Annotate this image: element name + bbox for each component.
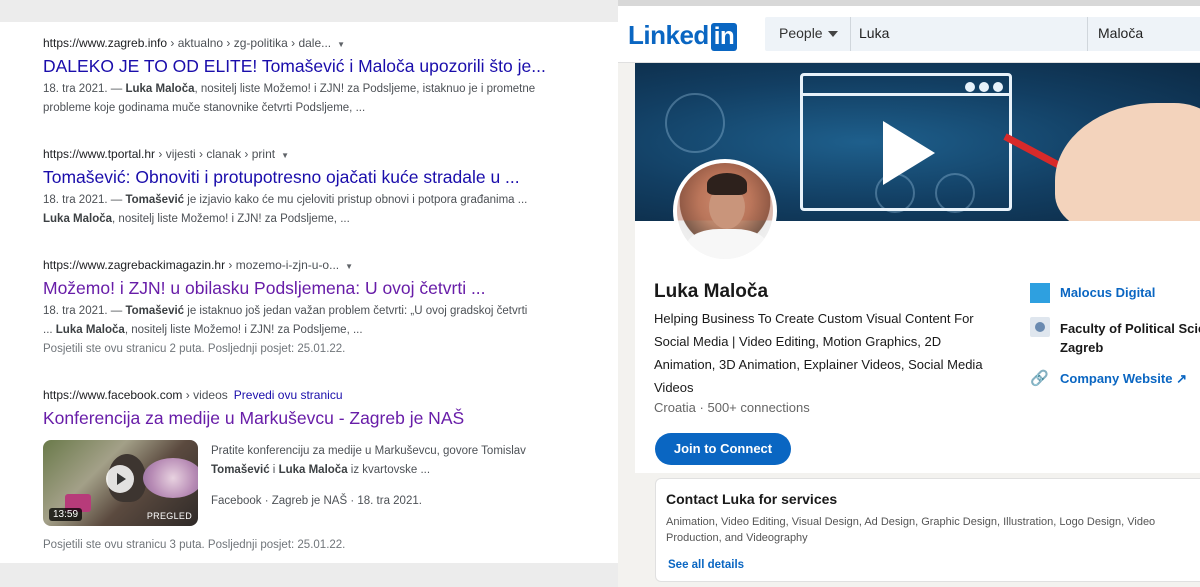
result-title-link[interactable]: Tomašević: Obnoviti i protupotresno ojač…: [43, 166, 583, 188]
video-thumbnail[interactable]: 13:59 PREGLED: [43, 440, 198, 526]
profile-card: Luka Maloča Helping Business To Create C…: [635, 63, 1200, 473]
result-url[interactable]: https://www.facebook.com › videos Prevedi…: [43, 388, 583, 402]
result-title-link[interactable]: Možemo! i ZJN! u obilasku Podsljemena: U…: [43, 277, 583, 299]
profile-headline: Helping Business To Create Custom Visual…: [654, 311, 983, 395]
result-snippet: 18. tra 2021. — Tomašević je izjavio kak…: [43, 194, 528, 225]
services-list: Animation, Video Editing, Visual Design,…: [666, 516, 1156, 544]
search-result: https://www.zagrebackimagazin.hr › mozem…: [43, 258, 583, 359]
video-duration: 13:59: [49, 508, 83, 521]
result-url-host: https://www.facebook.com: [43, 388, 183, 402]
result-url-path: › vijesti › clanak › print: [155, 147, 276, 161]
linkedin-logo[interactable]: Linked in: [628, 20, 738, 51]
linkedin-pane: Linked in People Luka Maloča Luka Maloča…: [618, 0, 1200, 587]
result-url[interactable]: https://www.zagrebackimagazin.hr › mozem…: [43, 258, 583, 272]
video-description: Pratite konferenciju za medije u Markuše…: [211, 442, 583, 511]
browser-chrome-top: [0, 0, 618, 22]
result-url-path: › aktualno › zg-politika › dale...: [167, 36, 332, 50]
result-url-host: https://www.zagrebackimagazin.hr: [43, 258, 226, 272]
result-url-path: › mozemo-i-zjn-u-o...: [225, 258, 340, 272]
search-separator: [1087, 17, 1088, 51]
chevron-down-icon[interactable]: ▼: [337, 40, 345, 49]
video-row: 13:59 PREGLED Pratite konferenciju za me…: [43, 440, 583, 528]
connections-count: 500+ connections: [707, 400, 810, 415]
hand-illustration: [1055, 103, 1200, 221]
screenshot-root: https://www.zagreb.info › aktualno › zg-…: [0, 0, 1200, 587]
video-screen-illustration: [800, 73, 1012, 211]
result-url-path: › videos: [182, 388, 228, 402]
umbrella-figure: [143, 458, 198, 498]
result-snippet: 18. tra 2021. — Luka Maloča, nositelj li…: [43, 83, 536, 114]
last-name-input[interactable]: Maloča: [1098, 25, 1143, 41]
chevron-down-icon: [827, 31, 838, 38]
search-results-pane: https://www.zagreb.info › aktualno › zg-…: [0, 0, 618, 587]
see-all-details-link[interactable]: See all details: [668, 559, 744, 571]
profile-name: Luka Maloča: [654, 281, 769, 302]
profile-avatar[interactable]: [673, 159, 777, 263]
result-title-link[interactable]: Konferencija za medije u Markuševcu - Za…: [43, 407, 583, 429]
search-scope-dropdown[interactable]: People: [765, 17, 851, 51]
banner-decoration: [665, 93, 725, 153]
school-logo-icon: [1030, 317, 1050, 337]
visited-note: Posjetili ste ovu stranicu 2 puta. Poslj…: [43, 343, 346, 355]
first-name-input[interactable]: Luka: [859, 25, 889, 41]
profile-location: Croatia · 500+ connections: [654, 400, 810, 415]
search-result: https://www.tportal.hr › vijesti › clana…: [43, 147, 583, 229]
result-url[interactable]: https://www.tportal.hr › vijesti › clana…: [43, 147, 583, 161]
browser-chrome-bottom: [0, 563, 618, 587]
play-icon[interactable]: [106, 465, 134, 493]
result-title-link[interactable]: DALEKO JE TO OD ELITE! Tomašević i Maloč…: [43, 55, 583, 77]
services-card: Contact Luka for services Animation, Vid…: [655, 478, 1200, 582]
people-search-bar: People Luka Maloča: [765, 17, 1200, 51]
external-link-icon: ↗: [1176, 371, 1187, 386]
linkedin-header: Linked in People Luka Maloča: [618, 6, 1200, 63]
result-url-host: https://www.zagreb.info: [43, 36, 168, 50]
video-meta: Facebook · Zagreb je NAŠ · 18. tra 2021.: [211, 495, 422, 507]
chevron-down-icon[interactable]: ▼: [345, 262, 353, 271]
services-title: Contact Luka for services: [666, 491, 838, 507]
company-logo-icon: [1030, 283, 1050, 303]
result-snippet: 18. tra 2021. — Tomašević je istaknuo jo…: [43, 305, 528, 336]
link-icon: 🔗: [1030, 370, 1049, 387]
result-url-host: https://www.tportal.hr: [43, 147, 156, 161]
search-result-video: https://www.facebook.com › videos Prevedi…: [43, 388, 583, 526]
chevron-down-icon[interactable]: ▼: [281, 151, 289, 160]
visited-note: Posjetili ste ovu stranicu 3 puta. Poslj…: [43, 539, 346, 551]
join-to-connect-button[interactable]: Join to Connect: [655, 433, 791, 465]
play-icon: [883, 121, 935, 185]
translate-page-link[interactable]: Prevedi ovu stranicu: [234, 388, 343, 402]
search-result: https://www.zagreb.info › aktualno › zg-…: [43, 36, 583, 118]
result-url[interactable]: https://www.zagreb.info › aktualno › zg-…: [43, 36, 583, 50]
video-preview-label: PREGLED: [146, 511, 192, 521]
